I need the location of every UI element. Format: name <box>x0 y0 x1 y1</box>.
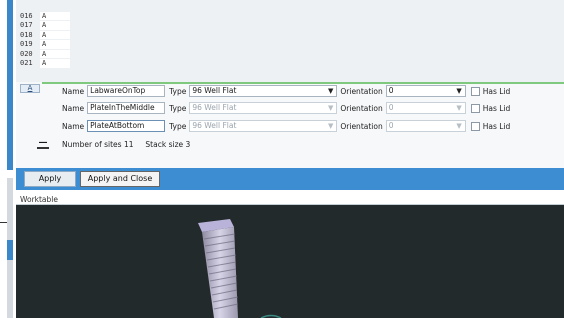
orientation-label: Orientation <box>340 103 383 113</box>
name-label: Name <box>62 121 85 131</box>
list-item[interactable]: 016 A <box>20 11 70 21</box>
type-label: Type <box>169 121 187 131</box>
type-label: Type <box>169 86 187 96</box>
chevron-down-icon: ▼ <box>456 87 462 95</box>
type-dropdown[interactable]: 96 Well Flat ▼ <box>189 85 338 97</box>
list-item-value: A <box>40 59 70 68</box>
list-item-value: A <box>40 21 70 30</box>
orientation-dropdown[interactable]: 0 ▼ <box>385 85 466 97</box>
chevron-down-icon: ▼ <box>327 104 334 112</box>
orientation-dropdown[interactable]: 0 ▼ <box>385 120 466 132</box>
chevron-down-icon: ▼ <box>327 87 334 95</box>
apply-button[interactable]: Apply <box>24 171 76 187</box>
orientation-dropdown-value: 0 <box>388 103 394 112</box>
list-item-number: 021 <box>20 59 33 68</box>
orientation-label: Orientation <box>340 121 383 131</box>
site-row: Name LabwareOnTop Type 96 Well Flat ▼ Ori… <box>62 84 513 98</box>
type-dropdown-value: 96 Well Flat <box>192 86 237 95</box>
name-label: Name <box>62 86 85 96</box>
list-item[interactable]: 019 A <box>20 40 70 50</box>
list-item-number: 018 <box>20 30 33 39</box>
left-splitter[interactable] <box>7 0 13 170</box>
list-item-number: 016 <box>20 11 33 20</box>
chevron-down-icon: ▼ <box>456 122 462 130</box>
list-item-value: A <box>40 40 70 49</box>
orientation-dropdown-value: 0 <box>388 121 394 130</box>
site-name-input[interactable]: PlateAtBottom <box>87 120 166 132</box>
has-lid-checkbox[interactable] <box>470 103 480 113</box>
apply-and-close-button[interactable]: Apply and Close <box>80 171 160 187</box>
chevron-down-icon: ▼ <box>327 122 334 130</box>
list-item-number: 020 <box>20 49 33 58</box>
action-bar: Apply Apply and Close <box>16 168 564 190</box>
orientation-dropdown-value: 0 <box>388 86 394 95</box>
list-item-number: 017 <box>20 21 33 30</box>
orientation-label: Orientation <box>340 86 383 96</box>
has-lid-label: Has Lid <box>482 103 511 113</box>
site-row: Name PlateAtBottom Type 96 Well Flat ▼ Or… <box>62 119 513 133</box>
left-tick <box>0 222 7 223</box>
remove-site-button[interactable]: — <box>37 139 49 149</box>
chevron-down-icon: ▼ <box>456 104 462 112</box>
type-dropdown[interactable]: 96 Well Flat ▼ <box>189 102 338 114</box>
site-name-input[interactable]: PlateInTheMiddle <box>87 102 166 114</box>
name-label: Name <box>62 103 85 113</box>
type-dropdown[interactable]: 96 Well Flat ▼ <box>189 120 338 132</box>
list-item[interactable]: 020 A <box>20 49 70 59</box>
list-item-value: A <box>40 11 70 20</box>
position-list-panel <box>16 0 564 83</box>
left-accent-marker <box>7 240 13 260</box>
type-dropdown-value: 96 Well Flat <box>192 121 237 130</box>
list-item[interactable]: 017 A <box>20 21 70 31</box>
has-lid-checkbox[interactable] <box>470 86 480 96</box>
list-item-number: 019 <box>20 40 33 49</box>
list-item-value: A <box>40 30 70 39</box>
has-lid-checkbox[interactable] <box>470 121 480 131</box>
list-item-value: A <box>40 49 70 58</box>
has-lid-label: Has Lid <box>482 86 511 96</box>
list-item[interactable]: 021 A <box>20 59 70 69</box>
orientation-dropdown[interactable]: 0 ▼ <box>385 102 466 114</box>
has-lid-label: Has Lid <box>482 121 511 131</box>
stack-summary: Number of sites 11 Stack size 3 <box>62 140 191 149</box>
stack-body <box>202 227 238 318</box>
worktable-3d-viewport[interactable] <box>16 205 564 318</box>
worktable-title: Worktable <box>20 195 58 204</box>
type-dropdown-value: 96 Well Flat <box>192 103 237 112</box>
stack-tab-label: A <box>27 84 33 92</box>
plate-stack-model[interactable] <box>198 219 239 318</box>
site-row: Name PlateInTheMiddle Type 96 Well Flat ▼… <box>62 101 513 115</box>
worktable-scene <box>198 219 282 318</box>
site-name-input[interactable]: LabwareOnTop <box>87 85 166 97</box>
position-list: 016 A 017 A 018 A 019 A 020 A 021 A <box>20 11 70 68</box>
stack-tab[interactable]: A <box>20 84 40 93</box>
type-label: Type <box>169 103 187 113</box>
list-item[interactable]: 018 A <box>20 30 70 40</box>
